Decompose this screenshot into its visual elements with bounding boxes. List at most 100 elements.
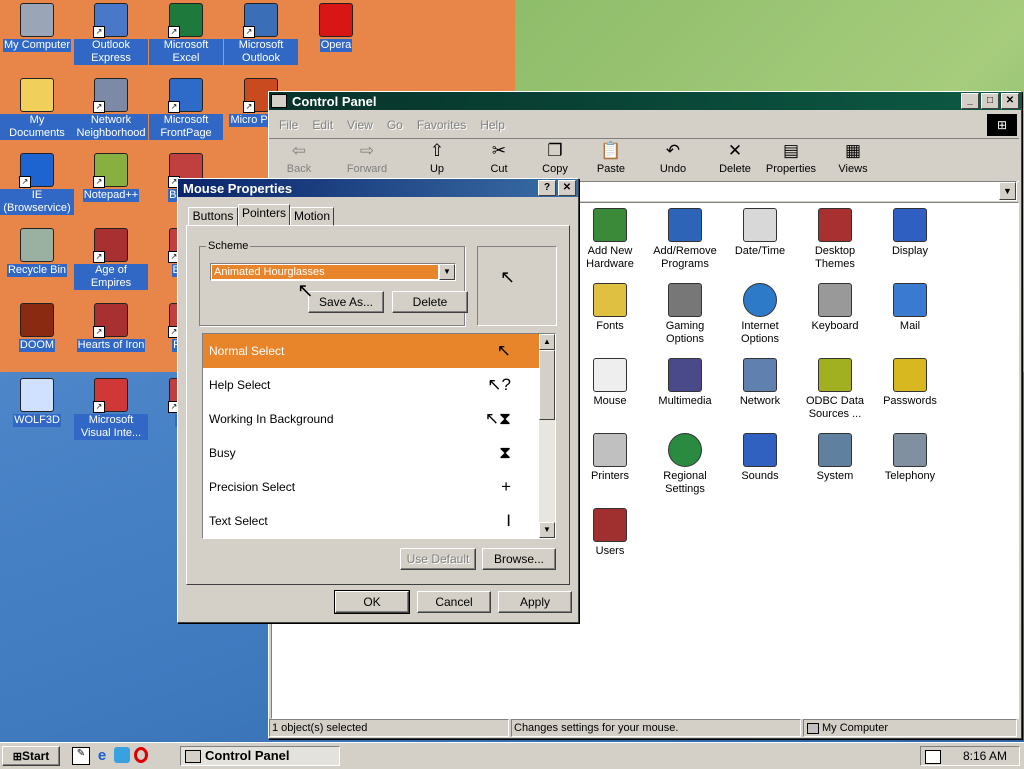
cp-item[interactable]: Internet Options [722,283,798,346]
paste-icon: 📋 [600,141,622,160]
ie-icon[interactable]: e [94,747,110,764]
dialog-close-button[interactable]: ✕ [558,180,576,196]
tray-app-icon[interactable] [925,749,941,764]
help-button[interactable]: ? [538,180,556,196]
use-default-button[interactable]: Use Default [400,548,476,570]
cp-item[interactable]: Add/Remove Programs [647,208,723,271]
clock[interactable]: 8:16 AM [963,747,1007,765]
toolbar-paste-button[interactable]: 📋 Paste [583,141,639,175]
channels-icon[interactable] [114,747,130,763]
desktop-icon[interactable]: ↗ IE (Browservice) [0,153,74,215]
cp-item[interactable]: Multimedia [647,358,723,408]
pointer-row[interactable]: Busy ⧗ [203,436,539,470]
apply-button[interactable]: Apply [498,591,572,613]
tab-motion[interactable]: Motion [290,207,334,226]
show-desktop-icon[interactable]: ✎ [72,747,90,765]
cp-item[interactable]: Mail [872,283,948,333]
desktop-icon[interactable]: ↗ Microsoft FrontPage [149,78,223,140]
browse-button[interactable]: Browse... [482,548,556,570]
desktop-icon[interactable]: ↗ Microsoft Excel [149,3,223,65]
pointer-row[interactable]: Text Select I [203,504,539,538]
menu-item-view[interactable]: View [347,118,373,132]
maximize-button[interactable]: □ [981,93,999,109]
delete-button[interactable]: Delete [392,291,468,313]
toolbar-cut-button[interactable]: ✂ Cut [471,141,527,175]
opera-icon[interactable] [134,747,148,763]
address-dropdown-button[interactable]: ▼ [999,182,1016,200]
cp-item[interactable]: Telephony [872,433,948,483]
cp-item[interactable]: System [797,433,873,483]
desktop-icon[interactable]: Opera [299,3,373,52]
frontpage-icon: ↗ [168,78,203,113]
menu-item-go[interactable]: Go [387,118,403,132]
toolbar-back-button[interactable]: ⇦ Back [271,141,327,175]
cp-item[interactable]: Date/Time [722,208,798,258]
cp-item[interactable]: Printers [572,433,648,483]
desktop-icon[interactable]: My Computer [0,3,74,52]
menu-item-help[interactable]: Help [480,118,505,132]
toolbar-delete-button[interactable]: ✕ Delete [707,141,763,175]
cp-item[interactable]: Regional Settings [647,433,723,496]
taskbar-control-panel-button[interactable]: Control Panel [180,746,340,766]
desktop-icon[interactable]: Recycle Bin [0,228,74,277]
minimize-button[interactable]: _ [961,93,979,109]
toolbar-undo-button[interactable]: ↶ Undo [645,141,701,175]
toolbar-views-button[interactable]: ▦ Views [825,141,881,175]
scroll-thumb[interactable] [539,350,555,420]
menu-item-edit[interactable]: Edit [312,118,333,132]
toolbar-copy-button[interactable]: ❐ Copy [527,141,583,175]
toolbar-up-button[interactable]: ⇧ Up [409,141,465,175]
cp-item[interactable]: Gaming Options [647,283,723,346]
menu-item-favorites[interactable]: Favorites [417,118,466,132]
ok-button[interactable]: OK [334,590,410,614]
cp-item[interactable]: Network [722,358,798,408]
scheme-dropdown[interactable]: Animated Hourglasses ▼ [210,263,456,281]
desktop-icon[interactable]: ↗ Microsoft Visual Inte... [74,378,148,440]
desktop-icon[interactable]: ↗ Microsoft Outlook [224,3,298,65]
cp-item[interactable]: Desktop Themes [797,208,873,271]
cancel-button[interactable]: Cancel [417,591,491,613]
cp-item[interactable]: Users [572,508,648,558]
tab-pointers[interactable]: Pointers [238,204,290,225]
cursor-preview-icon: ↖? [487,375,511,394]
tab-buttons[interactable]: Buttons [188,207,238,226]
desktop-icon[interactable]: ↗ Hearts of Iron [74,303,148,352]
cp-item[interactable]: Add New Hardware [572,208,648,271]
save-as-button[interactable]: Save As... [308,291,384,313]
scroll-up-button[interactable]: ▲ [539,334,555,350]
pointer-row[interactable]: Precision Select + [203,470,539,504]
cp-item[interactable]: Keyboard [797,283,873,333]
start-button[interactable]: ⊞Start [2,746,60,766]
desktop-icon[interactable]: My Documents [0,78,74,140]
views-icon: ▦ [844,141,862,160]
desktop-icon[interactable]: DOOM [0,303,74,352]
toolbar-forward-button[interactable]: ⇨ Forward [339,141,395,175]
pointer-row[interactable]: Working In Background ↖⧗ [203,402,539,436]
windows-logo-icon: ⊞ [987,114,1017,136]
close-button[interactable]: ✕ [1001,93,1019,109]
desktop-icon[interactable]: ↗ Network Neighborhood [74,78,148,140]
cp-item[interactable]: ODBC Data Sources ... [797,358,873,421]
menu-item-file[interactable]: File [279,118,298,132]
pointer-row[interactable]: Help Select ↖? [203,368,539,402]
scroll-down-button[interactable]: ▼ [539,522,555,538]
cp-item[interactable]: Display [872,208,948,258]
pointer-row[interactable]: Normal Select ↖ [203,334,539,368]
pointer-list[interactable]: Normal Select ↖ Help Select ↖? Working In Ba… [202,333,556,539]
scheme-dropdown-button[interactable]: ▼ [439,264,455,280]
cp-item[interactable]: Mouse [572,358,648,408]
cp-item[interactable]: Fonts [572,283,648,333]
address-bar[interactable]: ▼ [579,181,1017,201]
desktop-icon[interactable]: ↗ Age of Empires [74,228,148,290]
cp-item[interactable]: Passwords [872,358,948,408]
mouse-properties-titlebar[interactable]: Mouse Properties ? ✕ [178,179,578,197]
desktop-icon[interactable]: WOLF3D [0,378,74,427]
cp-item-label: Display [891,245,929,257]
control-panel-titlebar[interactable]: Control Panel _ □ ✕ [269,92,1021,110]
desktop-icon[interactable]: ↗ Outlook Express [74,3,148,65]
cp-item[interactable]: Sounds [722,433,798,483]
scrollbar[interactable]: ▲ ▼ [539,334,555,538]
toolbar-properties-button[interactable]: ▤ Properties [763,141,819,175]
cp-item-label: ODBC Data Sources ... [805,395,865,420]
desktop-icon[interactable]: ↗ Notepad++ [74,153,148,202]
